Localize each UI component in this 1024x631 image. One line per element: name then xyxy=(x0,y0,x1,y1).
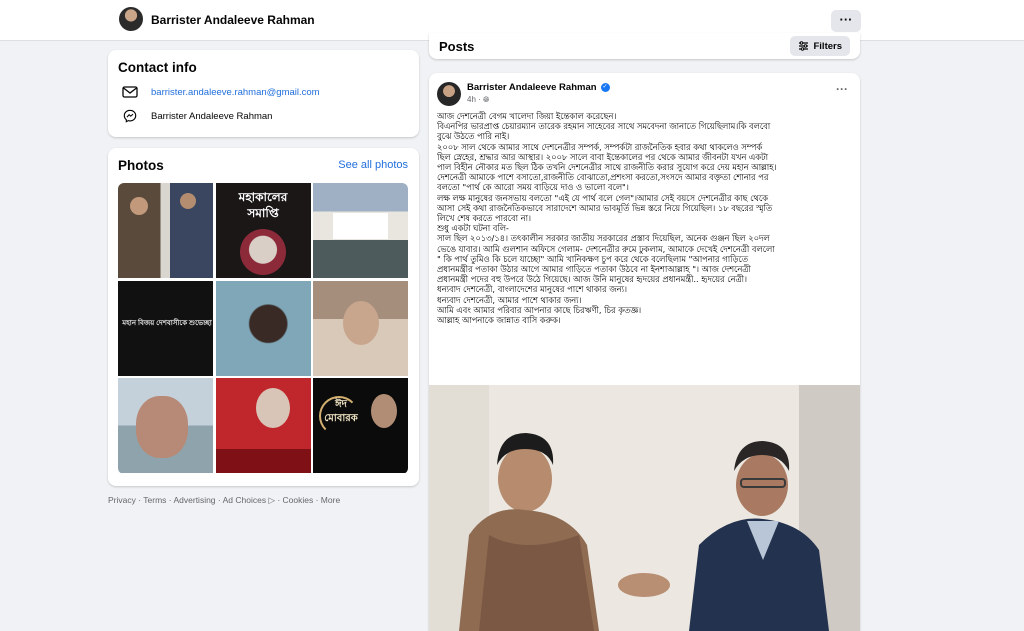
post-text: আজ দেশনেত্রী বেগম খালেদা জিয়া ইন্তেকাল … xyxy=(437,111,855,325)
photo-caption: মহান বিজয় দেশবাসীকে শুভেচ্ছা xyxy=(122,319,212,327)
verified-badge-icon: ✓ xyxy=(600,83,610,92)
post-more-options-button[interactable]: ··· xyxy=(836,82,848,96)
post-text-line: আজ দেশনেত্রী বেগম খালেদা জিয়া ইন্তেকাল … xyxy=(437,111,617,121)
post-text-line: আল্লাহ আপনাকে জান্নাত বাসি করুক। xyxy=(437,315,561,326)
post-text-line: আমি এবং আমার পরিবার আপনার কাছে চিরঋণী, চ… xyxy=(437,304,642,315)
contact-messenger-name[interactable]: Barrister Andaleeve Rahman xyxy=(151,111,272,122)
post-text-line: আসা সেই কথা রাজনৈতিকভাবে সারাদেশে আমার ভ… xyxy=(437,202,773,213)
post-photo[interactable] xyxy=(429,385,860,631)
more-options-button[interactable]: ··· xyxy=(831,10,861,32)
post-text-line: বলতো "পার্থ কে আরো সময় বাড়িয়ে দাও ও ভ… xyxy=(437,182,629,193)
post-text-line: ভেঙে যাবার। আমি গুলশান অফিসে গেলাম- দেশন… xyxy=(437,243,775,254)
post-time-text: 4h · xyxy=(467,95,484,104)
photo-tile[interactable]: ঈদ মোবারক xyxy=(313,378,408,473)
photos-card: Photos See all photos মহাকালের সমাপ্তি ম… xyxy=(108,148,419,486)
post-text-line: পাল বিহীন নৌকার মত ছিল ঠিক তখনি দেশনেত্র… xyxy=(437,162,777,173)
photo-tile[interactable] xyxy=(313,280,408,376)
post-text-line: দেশনেত্রী আমাকে পাশে বসাতো,রাজনীতি বোঝাত… xyxy=(437,172,769,183)
mail-icon xyxy=(122,86,138,98)
filters-label: Filters xyxy=(813,40,842,52)
photos-grid: মহাকালের সমাপ্তি মহান বিজয় দেশবাসীকে শু… xyxy=(118,183,408,474)
see-all-photos-link[interactable]: See all photos xyxy=(338,159,408,171)
contact-messenger-row: Barrister Andaleeve Rahman xyxy=(122,108,272,124)
contact-info-card: Contact info barrister.andaleeve.rahman@… xyxy=(108,50,419,137)
profile-name[interactable]: Barrister Andaleeve Rahman xyxy=(151,13,315,27)
post-text-line: বুঝে উঠতে পারি নাই। xyxy=(437,131,510,142)
filters-button[interactable]: Filters xyxy=(790,36,850,56)
filters-icon xyxy=(799,41,809,51)
photo-caption: মহাকালের সমাপ্তি xyxy=(238,190,288,220)
photo-tile[interactable] xyxy=(313,183,408,278)
contact-email-link[interactable]: barrister.andaleeve.rahman@gmail.com xyxy=(151,87,320,98)
post-card: Barrister Andaleeve Rahman ✓ 4h · 🌐︎ ···… xyxy=(429,73,860,631)
post-author-avatar[interactable] xyxy=(437,82,461,106)
post-text-line: ২০০৮ সাল থেকে আমার সাথে দেশনেত্রীর সম্পর… xyxy=(437,141,763,152)
photo-tile[interactable] xyxy=(118,378,213,473)
post-author-name[interactable]: Barrister Andaleeve Rahman xyxy=(467,82,597,93)
photo-tile[interactable]: মহাকালের সমাপ্তি xyxy=(215,183,311,278)
post-timestamp[interactable]: 4h · 🌐︎ xyxy=(467,95,489,105)
post-text-line: লিখে শেষ করতে পারবো না। xyxy=(437,213,531,224)
posts-header: Posts Filters xyxy=(429,33,860,59)
photo-tile[interactable] xyxy=(215,378,311,473)
photos-title: Photos xyxy=(118,158,164,173)
post-text-line: প্রধানমন্ত্রীর পতাকা উঠার আগে আমার গাড়ি… xyxy=(437,264,751,275)
post-text-line: ধন্যবাদ দেশনেত্রী, বাংলাদেশের মানুষের পা… xyxy=(437,284,627,295)
contact-info-title: Contact info xyxy=(118,60,197,75)
photo-tile[interactable] xyxy=(215,280,311,376)
footer-links[interactable]: Privacy · Terms · Advertising · Ad Choic… xyxy=(108,495,340,506)
post-author-row: Barrister Andaleeve Rahman ✓ xyxy=(467,82,610,93)
post-text-line: ছিল স্নেহের, শ্রদ্ধার আর আস্থার। ২০০৮ সা… xyxy=(437,151,768,162)
photo-caption: ঈদ মোবারক xyxy=(324,399,358,424)
globe-icon: 🌐︎ xyxy=(483,95,490,104)
post-text-line: সাল ছিল ২০১৩/১৪। তৎকালীন সরকার জাতীয় সর… xyxy=(437,233,770,244)
post-text-line: বিএনপির ভারপ্রাপ্ত চেয়ারম্যান তারেক রহম… xyxy=(437,121,771,132)
contact-email-row: barrister.andaleeve.rahman@gmail.com xyxy=(122,84,320,100)
profile-avatar[interactable] xyxy=(119,7,143,31)
post-text-line: শুধু একটা ঘটনা বলি- xyxy=(437,223,509,234)
post-photo-image xyxy=(429,385,860,631)
photo-tile[interactable]: মহান বিজয় দেশবাসীকে শুভেচ্ছা xyxy=(118,280,213,376)
posts-title: Posts xyxy=(439,39,475,54)
messenger-icon xyxy=(123,109,137,123)
post-text-line: লক্ষ লক্ষ মানুষের জনসভায় বলতো "এই যে পা… xyxy=(437,192,768,203)
post-text-line: ধন্যবাদ দেশনেত্রী, আমার পাশে থাকার জন্য। xyxy=(437,294,582,305)
post-text-line: " কি পার্থ তুমিও কি চলে যাচ্ছো" আমি খানি… xyxy=(437,253,748,264)
post-text-line: প্রধানমন্ত্রী পদের বহু উপরে উঠে গিয়েছে।… xyxy=(437,274,747,285)
photo-tile[interactable] xyxy=(118,183,213,278)
